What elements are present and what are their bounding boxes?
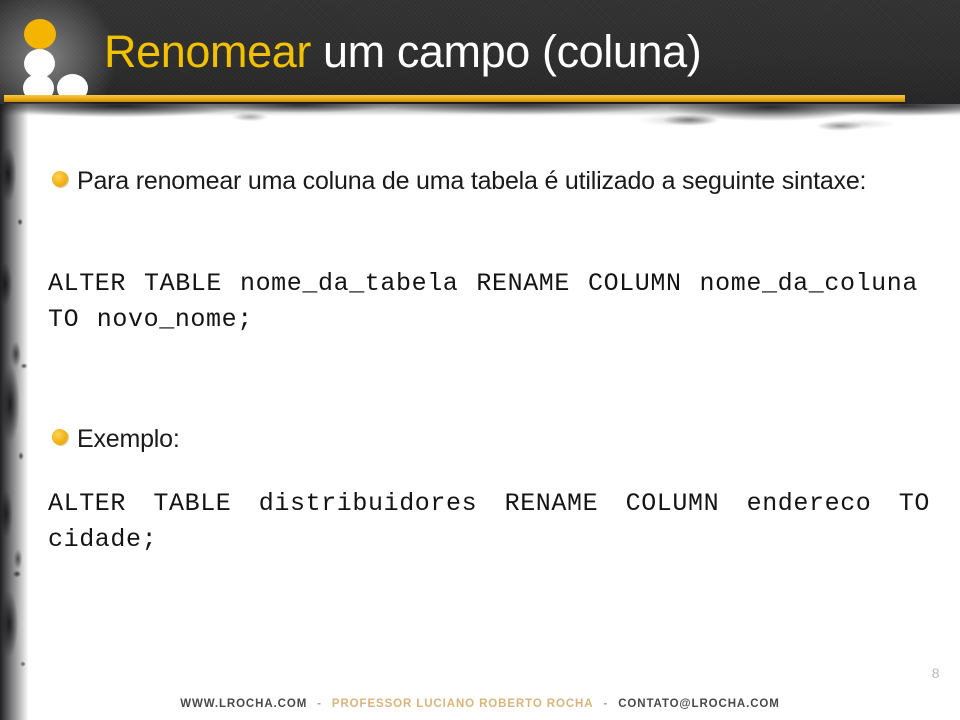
page-title: Renomear um campo (coluna) [104,22,702,82]
slide: Renomear um campo (coluna) Para renomear… [0,0,960,720]
footer-author: PROFESSOR LUCIANO ROBERTO ROCHA [331,698,594,710]
footer-separator-1: - [317,698,322,710]
logo-dot-orange [24,19,56,49]
grunge-texture-top [0,104,960,150]
code-block-example: ALTER TABLE distribuidores RENAME COLUMN… [48,489,930,554]
bullet-text-2: Exemplo: [77,425,180,453]
slide-header: Renomear um campo (coluna) [0,0,960,104]
page-title-rest: um campo (coluna) [310,26,702,77]
bullet-glyph-icon [52,429,68,445]
footer-site: WWW.LROCHA.COM [180,698,308,710]
bullet-item-2: Exemplo: [52,422,552,457]
bullet-text-1: Para renomear uma coluna de uma tabela é… [77,167,867,195]
bullet-glyph-icon [52,171,68,187]
lrocha-dots-logo-icon [0,0,110,104]
code-block-syntax: ALTER TABLE nome_da_tabela RENAME COLUMN… [48,269,918,334]
footer-email: CONTATO@LROCHA.COM [618,698,780,710]
page-number: 8 [931,665,940,681]
header-gold-rule [4,95,905,102]
footer-separator-2: - [603,698,609,710]
bullet-item-1: Para renomear uma coluna de uma tabela é… [52,164,932,199]
grunge-texture-top-right [560,104,960,144]
slide-footer: WWW.LROCHA.COM - PROFESSOR LUCIANO ROBER… [0,694,960,714]
page-title-accent: Renomear [104,26,311,77]
slide-content: Para renomear uma coluna de uma tabela é… [0,150,960,650]
